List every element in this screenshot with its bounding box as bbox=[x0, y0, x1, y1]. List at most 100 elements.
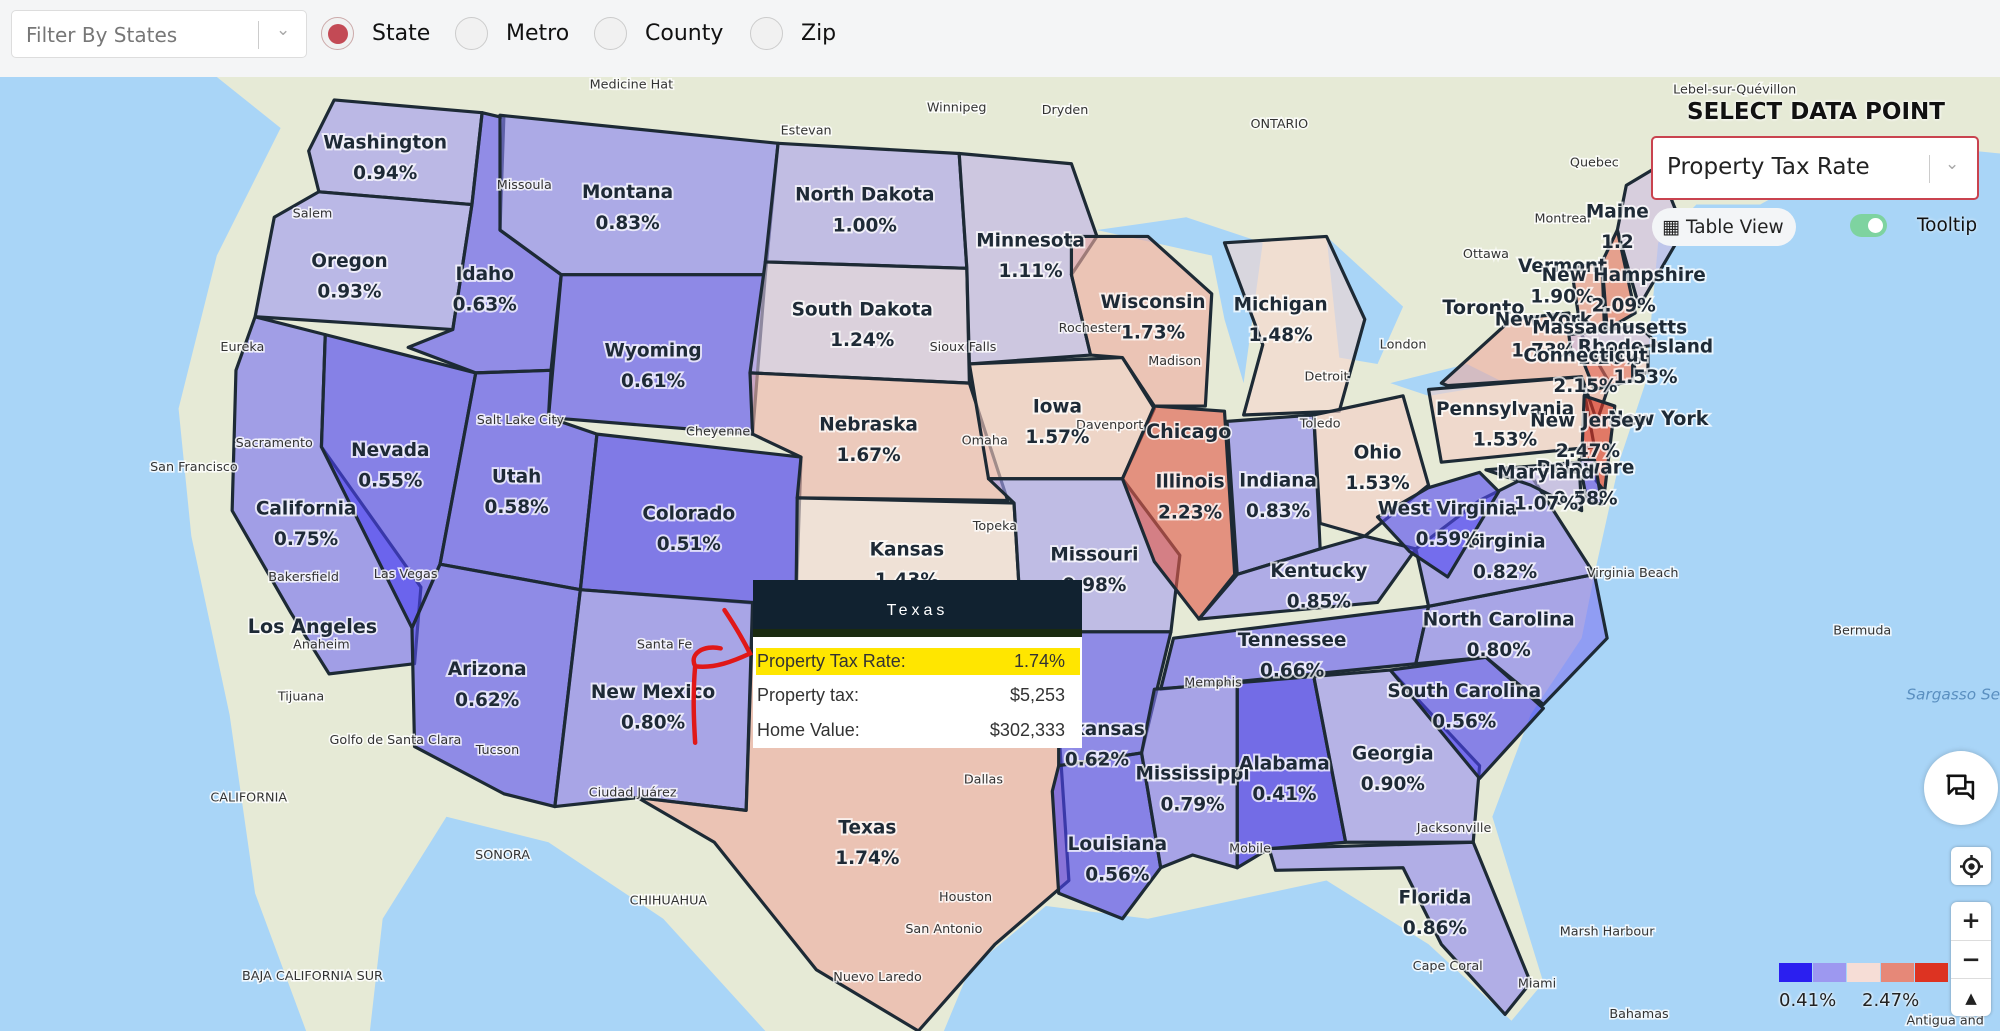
state-name-label: Minnesota bbox=[976, 231, 1085, 252]
place-label: Dryden bbox=[1042, 103, 1089, 118]
state-value-label: 0.79% bbox=[1161, 794, 1225, 815]
place-label: Medicine Hat bbox=[590, 77, 673, 92]
compass-reset-north-button[interactable]: ▲ bbox=[1951, 978, 1991, 1016]
place-label: Lebel-sur-Quévillon bbox=[1673, 83, 1796, 98]
state-value-label: 0.56% bbox=[1432, 711, 1496, 732]
state-value-label: 0.83% bbox=[595, 213, 659, 234]
state-value-label: 0.56% bbox=[1085, 865, 1149, 886]
state-name-label: Iowa bbox=[1033, 396, 1082, 417]
grid-icon: ▦ bbox=[1662, 216, 1680, 238]
place-label: Toledo bbox=[1299, 417, 1341, 432]
data-point-select[interactable]: Property Tax Rate ⌄ bbox=[1651, 136, 1979, 200]
state-value-label: 0.51% bbox=[657, 534, 721, 555]
locate-icon bbox=[1959, 854, 1983, 878]
state-value-label: 0.83% bbox=[1246, 501, 1310, 522]
state-value-label: 1.73% bbox=[1121, 322, 1185, 343]
state-value-label: 2.15% bbox=[1553, 376, 1617, 397]
state-name-label: Arizona bbox=[448, 659, 527, 680]
state-value-label: 0.93% bbox=[317, 282, 381, 303]
divider bbox=[1929, 155, 1930, 183]
state-name-label: Nebraska bbox=[819, 414, 918, 435]
state-name-label: Mississippi bbox=[1135, 764, 1249, 785]
state-value-label: 1.57% bbox=[1025, 427, 1089, 448]
state-value-label: 0.80% bbox=[621, 713, 685, 734]
state-name-label: Missouri bbox=[1050, 544, 1138, 565]
state-name-label: North Carolina bbox=[1423, 609, 1575, 630]
radio-zip[interactable]: Zip bbox=[750, 17, 836, 50]
state-name-label: South Dakota bbox=[792, 300, 933, 321]
state-value-label: 1.11% bbox=[999, 261, 1063, 282]
row-label: Home Value: bbox=[757, 720, 860, 740]
state-indiana[interactable] bbox=[1225, 413, 1322, 577]
radio-label: Metro bbox=[506, 21, 570, 46]
place-label: Santa Fe bbox=[637, 637, 692, 652]
radio-dot[interactable] bbox=[455, 17, 488, 50]
place-label: Golfo de Santa Clara bbox=[330, 733, 462, 748]
chevron-down-icon[interactable]: ⌄ bbox=[276, 20, 290, 40]
state-name-label: Wyoming bbox=[604, 340, 701, 361]
divider bbox=[258, 21, 259, 49]
radio-dot[interactable] bbox=[321, 17, 354, 50]
radio-label: State bbox=[372, 21, 431, 46]
state-name-label: Ohio bbox=[1354, 442, 1402, 463]
place-label: Houston bbox=[939, 890, 992, 905]
filter-by-states-select[interactable]: Filter By States ⌄ bbox=[11, 10, 307, 58]
place-label: Tijuana bbox=[277, 690, 324, 705]
zoom-out-button[interactable]: − bbox=[1951, 940, 1991, 978]
state-name-label: Georgia bbox=[1352, 743, 1434, 764]
state-name-label: Florida bbox=[1399, 887, 1472, 908]
state-value-label: 1.48% bbox=[1249, 325, 1313, 346]
place-label: Bermuda bbox=[1833, 623, 1891, 638]
zoom-in-button[interactable]: + bbox=[1961, 902, 1980, 940]
app-stage: Medicine Hat Winnipeg Estevan Dryden ONTARIO… bbox=[0, 0, 2000, 1031]
place-label: Missoula bbox=[497, 178, 552, 193]
legend-swatch bbox=[1881, 963, 1914, 982]
state-value-label: 0.82% bbox=[1473, 562, 1537, 583]
state-name-label: Kansas bbox=[870, 539, 944, 560]
place-label: Bakersfield bbox=[268, 570, 339, 585]
place-label: Madison bbox=[1148, 354, 1201, 369]
state-name-label: Nevada bbox=[351, 440, 429, 461]
tooltip-toggle-label: Tooltip bbox=[1917, 215, 1978, 236]
radio-county[interactable]: County bbox=[594, 17, 723, 50]
table-view-button[interactable]: ▦ Table View bbox=[1652, 208, 1796, 246]
state-value-label: 1.07% bbox=[1514, 493, 1578, 514]
radio-label: Zip bbox=[801, 21, 837, 46]
state-name-label: Washington bbox=[323, 132, 447, 153]
selected-metric: Property Tax Rate bbox=[1667, 154, 1870, 180]
radio-metro[interactable]: Metro bbox=[455, 17, 569, 50]
state-value-label: 1.2 bbox=[1601, 232, 1634, 253]
place-label: Cheyenne bbox=[686, 424, 750, 439]
legend-swatch bbox=[1915, 963, 1948, 982]
top-toolbar: Filter By States ⌄ State Metro County Zi… bbox=[0, 0, 2000, 77]
state-name-label: Louisiana bbox=[1068, 834, 1167, 855]
radio-state[interactable]: State bbox=[321, 17, 430, 50]
state-south-dakota[interactable] bbox=[748, 260, 971, 385]
state-value-label: 1.53% bbox=[1345, 473, 1409, 494]
table-view-label: Table View bbox=[1685, 216, 1784, 238]
state-value-label: 1.00% bbox=[833, 215, 897, 236]
radio-dot[interactable] bbox=[750, 17, 783, 50]
locate-button[interactable] bbox=[1951, 847, 1991, 885]
state-value-label: 0.62% bbox=[455, 690, 519, 711]
state-name-label: Alabama bbox=[1239, 754, 1330, 775]
tooltip-title: Texas bbox=[753, 580, 1082, 637]
place-label: Nuevo Laredo bbox=[833, 970, 922, 985]
place-label: Salt Lake City bbox=[477, 413, 565, 428]
place-label: Eureka bbox=[220, 340, 264, 355]
legend-swatch bbox=[1779, 963, 1812, 982]
state-name-label: Oregon bbox=[311, 251, 387, 272]
place-label: Bahamas bbox=[1609, 1007, 1669, 1022]
state-value-label: 0.41% bbox=[1252, 784, 1316, 805]
radio-dot[interactable] bbox=[594, 17, 627, 50]
chevron-down-icon[interactable]: ⌄ bbox=[1945, 154, 1959, 174]
state-value-label: 0.90% bbox=[1361, 774, 1425, 795]
state-value-label: 0.80% bbox=[1467, 640, 1531, 661]
state-north-dakota[interactable] bbox=[763, 141, 969, 270]
state-name-label: California bbox=[256, 498, 357, 519]
place-label: Detroit bbox=[1305, 370, 1349, 385]
place-label: Ottawa bbox=[1463, 247, 1509, 262]
row-value: $5,253 bbox=[1009, 685, 1065, 705]
tooltip-toggle[interactable] bbox=[1850, 214, 1887, 237]
chat-button[interactable] bbox=[1924, 751, 1998, 825]
